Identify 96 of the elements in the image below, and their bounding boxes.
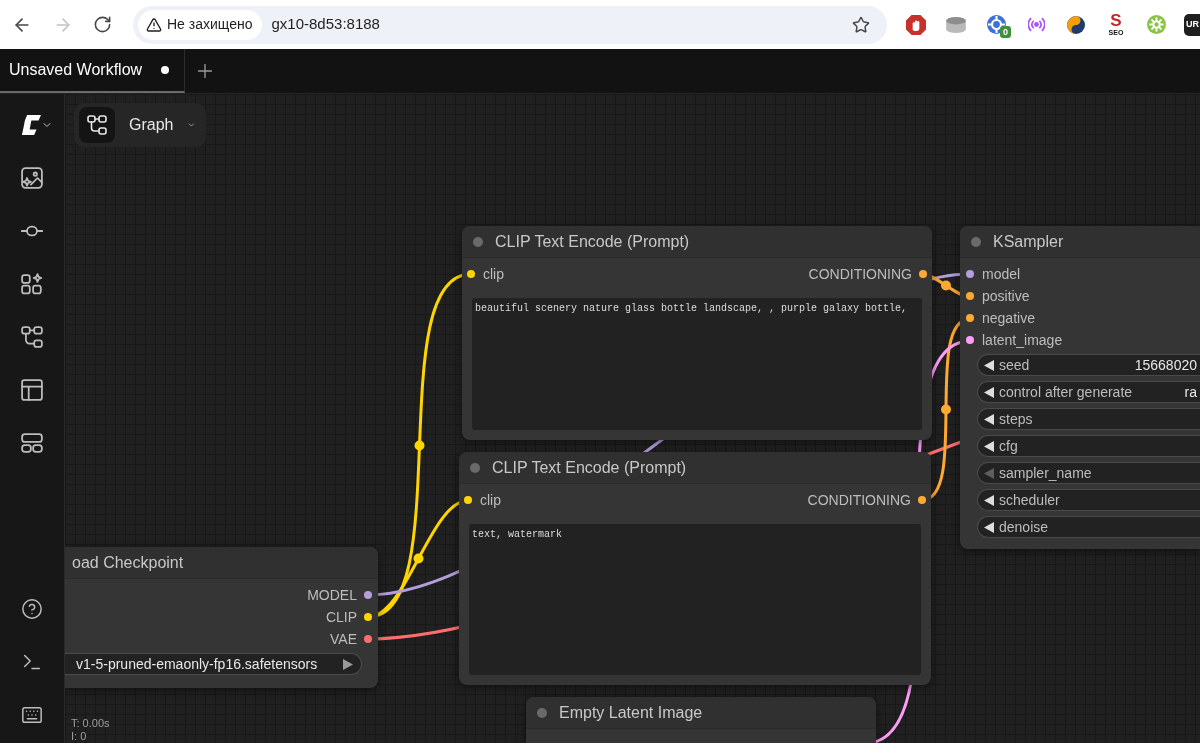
widget-control[interactable]: sampler_name	[977, 462, 1200, 484]
node-dot-icon[interactable]	[971, 236, 981, 247]
left-arrow-icon[interactable]	[984, 413, 994, 425]
input-slot-icon[interactable]	[467, 270, 475, 278]
input-slot-icon[interactable]	[966, 314, 974, 322]
reload-icon[interactable]	[93, 15, 112, 34]
output-slot-icon[interactable]	[918, 496, 926, 504]
link-midpoint-icon[interactable]	[414, 440, 425, 451]
extension-badge: 0	[1000, 25, 1011, 38]
slot-label: clip	[480, 490, 501, 510]
warning-icon	[146, 16, 162, 33]
node-panel[interactable]: CLIP Text Encode (Prompt) clip CONDITIONING text, watermark	[459, 452, 931, 685]
widget-label: sampler_name	[999, 463, 1092, 483]
node-panel[interactable]: KSampler model positive negative latent_image seed 15668020 control after generate ra steps cfg sampler_name scheduler denoise	[960, 226, 1200, 549]
security-chip[interactable]: Не захищено	[138, 9, 263, 40]
slot-label: MODEL	[307, 585, 357, 605]
slot-label: CONDITIONING	[807, 490, 911, 510]
node-header[interactable]: KSampler	[960, 226, 1200, 258]
widget-label: cfg	[999, 436, 1018, 456]
output-slot-icon[interactable]	[919, 270, 927, 278]
prompt-textarea[interactable]: beautiful scenery nature glass bottle landscape, , purple galaxy bottle,	[472, 298, 922, 430]
layout-icon[interactable]	[21, 378, 43, 401]
widget-value: 15668020	[1134, 355, 1197, 375]
node-panel[interactable]: Empty Latent Image	[526, 697, 876, 743]
broadcast-icon[interactable]	[1027, 17, 1045, 32]
node-title: CLIP Text Encode (Prompt)	[492, 457, 687, 478]
widget-control[interactable]: denoise	[977, 516, 1200, 538]
output-slot-icon[interactable]	[364, 635, 372, 643]
widget-value: v1-5-pruned-emaonly-fp16.safetensors	[76, 654, 318, 674]
blocks-icon[interactable]	[21, 431, 43, 454]
slot-label: negative	[982, 308, 1035, 328]
logo-icon[interactable]	[21, 114, 41, 135]
widget-label: denoise	[999, 517, 1049, 537]
stop-sign-icon[interactable]	[906, 14, 926, 35]
link-midpoint-icon[interactable]	[413, 553, 424, 564]
prompt-textarea[interactable]: text, watermark	[469, 524, 921, 675]
slot-label: CONDITIONING	[808, 264, 912, 284]
node-header[interactable]: Empty Latent Image	[526, 697, 876, 729]
stats-text: I: 0	[71, 730, 88, 743]
swirl-icon[interactable]	[1067, 15, 1085, 34]
node-panel[interactable]: oad Checkpoint MODEL CLIP VAE v1-5-pruned-emaonly-fp16.safetensors	[65, 547, 378, 688]
url-text[interactable]: gx10-8d53:8188	[271, 13, 380, 36]
widget-control[interactable]: scheduler	[977, 489, 1200, 511]
stats-text: T: 0.00s	[71, 717, 110, 730]
input-slot-icon[interactable]	[966, 336, 974, 344]
node-dot-icon[interactable]	[537, 707, 547, 718]
widget-control[interactable]: steps	[977, 408, 1200, 430]
node-title: CLIP Text Encode (Prompt)	[495, 231, 690, 252]
node-panel[interactable]: CLIP Text Encode (Prompt) clip CONDITIONING beautiful scenery nature glass bottle landscape, , purple galaxy bottle,	[462, 226, 932, 440]
node-title: Empty Latent Image	[559, 702, 703, 723]
extension-button[interactable]: UR	[1184, 13, 1200, 36]
cylinder-icon[interactable]	[946, 16, 966, 33]
grid-sparkle-icon[interactable]	[21, 272, 43, 295]
slot-label: clip	[483, 264, 504, 284]
image-icon[interactable]	[21, 166, 43, 189]
output-slot-icon[interactable]	[364, 613, 372, 621]
input-slot-icon[interactable]	[464, 496, 472, 504]
widget-label: scheduler	[999, 490, 1060, 510]
address-bar[interactable]: Не захищено gx10-8d53:8188	[133, 5, 887, 44]
node-title: KSampler	[993, 231, 1064, 252]
graph-menu-button[interactable]: Graph	[74, 103, 206, 147]
workflow-icon[interactable]	[21, 325, 43, 348]
widget-value: ra	[1184, 382, 1197, 402]
widget-control[interactable]: control after generate ra	[977, 381, 1200, 403]
node-title: oad Checkpoint	[72, 552, 184, 573]
node-header[interactable]: oad Checkpoint	[65, 547, 378, 579]
widget-label: seed	[999, 355, 1030, 375]
left-arrow-icon[interactable]	[984, 521, 994, 533]
link-midpoint-icon[interactable]	[941, 280, 951, 291]
extension-logo-letter[interactable]: S	[1110, 12, 1122, 29]
combo-widget[interactable]: v1-5-pruned-emaonly-fp16.safetensors	[65, 653, 362, 675]
workflow-icon	[79, 107, 115, 143]
widget-label: control after generate	[999, 382, 1133, 402]
node-dot-icon[interactable]	[473, 236, 483, 247]
widget-label: steps	[999, 409, 1033, 429]
left-arrow-icon[interactable]	[984, 494, 994, 506]
node-header[interactable]: CLIP Text Encode (Prompt)	[462, 226, 932, 258]
link-midpoint-icon[interactable]	[941, 404, 951, 415]
slot-label: CLIP	[325, 607, 357, 627]
slot-label: positive	[982, 286, 1030, 306]
node-header[interactable]: CLIP Text Encode (Prompt)	[459, 452, 931, 484]
slot-label: VAE	[330, 629, 357, 649]
help-icon[interactable]	[21, 597, 43, 620]
output-slot-icon[interactable]	[364, 591, 372, 599]
input-slot-icon[interactable]	[966, 292, 974, 300]
bookmark-star-icon[interactable]	[852, 15, 870, 34]
left-arrow-icon[interactable]	[984, 359, 994, 371]
left-arrow-icon[interactable]	[984, 440, 994, 452]
node-dot-icon[interactable]	[470, 462, 480, 473]
input-slot-icon[interactable]	[966, 270, 974, 278]
slot-label: model	[982, 264, 1021, 284]
widget-control[interactable]: seed 15668020	[977, 354, 1200, 376]
widget-control[interactable]: cfg	[977, 435, 1200, 457]
right-arrow-icon[interactable]	[343, 658, 353, 670]
left-arrow-icon[interactable]	[984, 386, 994, 398]
slot-label: latent_image	[982, 330, 1063, 350]
